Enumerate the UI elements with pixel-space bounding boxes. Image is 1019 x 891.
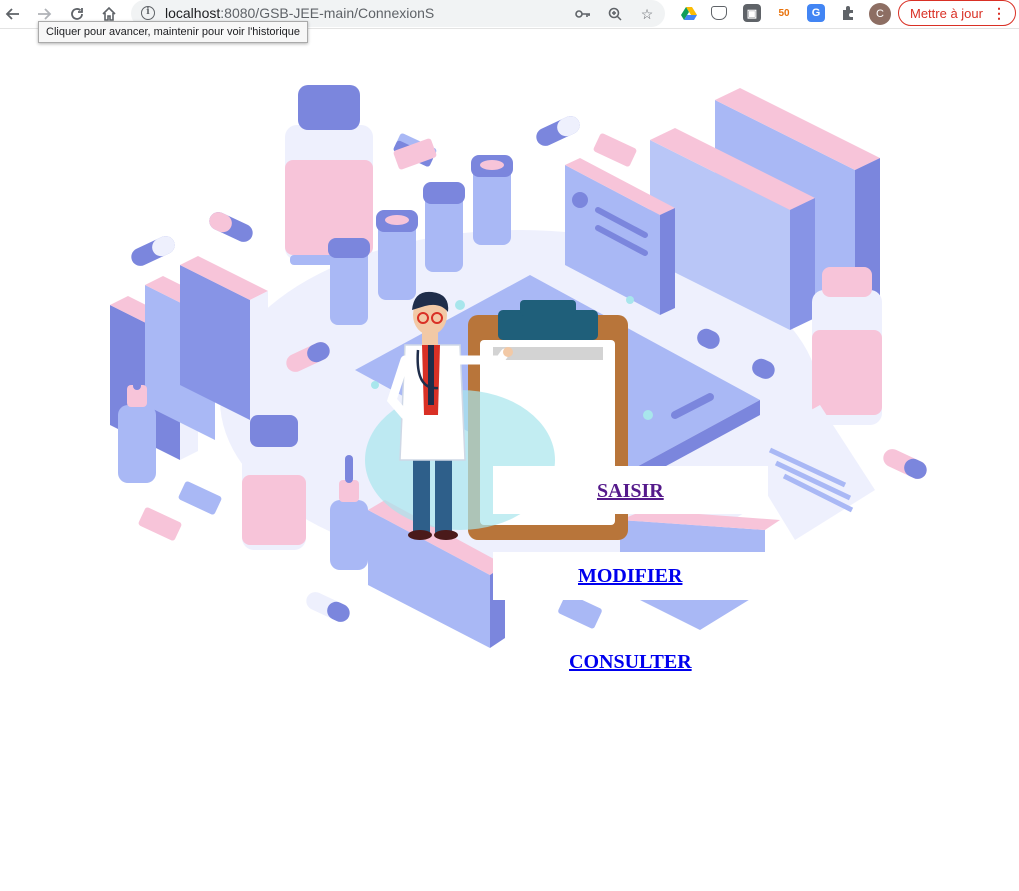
bubble xyxy=(643,410,653,420)
google-drive-icon[interactable] xyxy=(680,4,698,22)
info-icon[interactable]: i xyxy=(141,6,155,20)
extension-square-icon[interactable]: ▣ xyxy=(743,4,761,22)
bubble xyxy=(626,296,634,304)
forward-tooltip: Cliquer pour avancer, maintenir pour voi… xyxy=(38,21,309,43)
profile-avatar[interactable]: C xyxy=(869,3,891,25)
update-button-label: Mettre à jour xyxy=(910,5,983,21)
consulter-link[interactable]: CONSULTER xyxy=(569,651,692,674)
bubble xyxy=(455,300,465,310)
saisir-link[interactable]: SAISIR xyxy=(597,480,664,503)
puzzle-icon[interactable] xyxy=(839,4,857,22)
star-icon[interactable]: ☆ xyxy=(637,4,657,24)
medicine-jar-right xyxy=(812,267,882,425)
update-chrome-button[interactable]: Mettre à jour ⋮ xyxy=(898,0,1016,26)
pocket-icon[interactable] xyxy=(711,6,727,20)
bubble xyxy=(371,381,379,389)
translate-icon[interactable]: G xyxy=(807,4,825,22)
key-icon[interactable] xyxy=(573,4,593,24)
more-menu-icon[interactable]: ⋮ xyxy=(992,5,1006,21)
medicine-jar-bottom-left xyxy=(242,415,306,550)
url-host: localhost xyxy=(165,5,221,21)
back-arrow-icon[interactable] xyxy=(2,3,24,25)
url-text[interactable]: localhost:8080/GSB-JEE-main/ConnexionS xyxy=(165,5,434,21)
modifier-link[interactable]: MODIFIER xyxy=(578,565,682,588)
zoom-icon[interactable] xyxy=(605,4,625,24)
url-path: :8080/GSB-JEE-main/ConnexionS xyxy=(220,5,435,21)
extension-50-icon[interactable]: 50 xyxy=(775,4,793,22)
